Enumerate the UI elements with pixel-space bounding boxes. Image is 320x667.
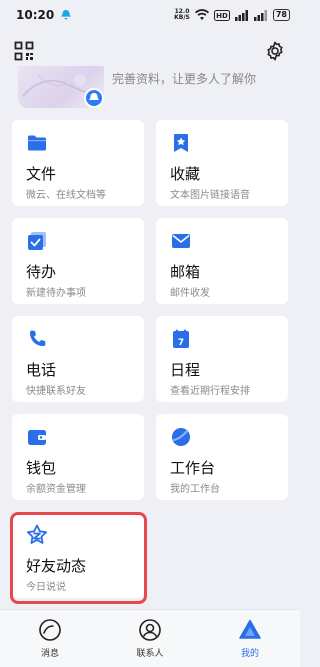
card-phone[interactable]: 电话 快捷联系好友 — [12, 316, 144, 402]
avatar-badge — [84, 88, 104, 108]
card-subtitle: 今日说说 — [26, 582, 66, 593]
speed-unit: KB/S — [174, 14, 190, 21]
card-subtitle: 我的工作台 — [170, 484, 220, 495]
bottom-nav: 消息 联系人 我的 — [0, 609, 300, 667]
battery-indicator: 78 — [272, 9, 290, 21]
calendar-day: 7 — [178, 338, 184, 348]
notification-icon — [61, 10, 72, 20]
card-subtitle: 新建待办事项 — [26, 288, 86, 299]
card-subtitle: 查看近期行程安排 — [170, 386, 250, 397]
card-subtitle: 余额资金管理 — [26, 484, 86, 495]
card-title: 文件 — [26, 165, 57, 183]
wifi-icon — [194, 9, 209, 20]
wallet-icon — [28, 430, 46, 445]
profile-summary[interactable]: 完善资料，让更多人了解你 — [0, 66, 300, 112]
card-wallet[interactable]: 钱包 余额资金管理 — [12, 414, 144, 500]
card-files[interactable]: 文件 微云、在线文档等 — [12, 120, 144, 206]
top-bar — [14, 38, 286, 64]
card-title: 收藏 — [170, 165, 201, 183]
card-mail[interactable]: 邮箱 邮件收发 — [156, 218, 288, 304]
card-todo[interactable]: 待办 新建待办事项 — [12, 218, 144, 304]
calendar-icon: 7 — [173, 329, 189, 348]
friend-feed-star-icon — [27, 524, 47, 544]
card-friend-feed[interactable]: 好友动态 今日说说 — [12, 512, 144, 598]
status-bar: 10:20 12.0 KB/S HD 78 — [0, 0, 300, 30]
card-subtitle: 微云、在线文档等 — [26, 190, 106, 201]
card-title: 电话 — [26, 361, 57, 379]
card-title: 工作台 — [170, 459, 216, 477]
bookmark-star-icon — [174, 134, 188, 152]
card-subtitle: 文本图片链接语音 — [170, 190, 250, 201]
card-title: 好友动态 — [26, 557, 87, 575]
profile-hint-text: 完善资料，让更多人了解你 — [112, 72, 257, 86]
svg-text:HD: HD — [216, 12, 228, 20]
status-time: 10:20 — [16, 8, 55, 22]
card-workbench[interactable]: 工作台 我的工作台 — [156, 414, 288, 500]
workbench-icon — [172, 428, 190, 446]
nav-me[interactable]: 我的 — [200, 610, 300, 667]
card-title: 钱包 — [26, 459, 57, 477]
card-schedule[interactable]: 7 日程 查看近期行程安排 — [156, 316, 288, 402]
gear-icon[interactable] — [264, 40, 286, 62]
signal-icon — [234, 9, 248, 21]
card-subtitle: 邮件收发 — [170, 288, 210, 299]
contacts-icon — [139, 619, 161, 641]
nav-label: 消息 — [40, 649, 59, 659]
phone-icon — [30, 330, 46, 346]
card-title: 待办 — [26, 263, 57, 281]
network-speed: 12.0 KB/S — [174, 9, 190, 21]
me-icon — [239, 619, 261, 639]
messages-icon — [39, 619, 61, 641]
nav-label: 联系人 — [136, 649, 164, 659]
card-subtitle: 快捷联系好友 — [26, 386, 86, 397]
folder-icon — [28, 135, 46, 151]
signal-icon-2 — [253, 9, 267, 21]
nav-label: 我的 — [240, 649, 259, 659]
todo-checkbox-icon — [28, 232, 46, 250]
card-title: 邮箱 — [170, 263, 201, 281]
hd-icon: HD — [213, 9, 230, 21]
qr-code-icon[interactable] — [14, 41, 34, 61]
nav-contacts[interactable]: 联系人 — [100, 610, 200, 667]
nav-messages[interactable]: 消息 — [0, 610, 100, 667]
mail-icon — [172, 234, 190, 248]
card-title: 日程 — [170, 361, 201, 379]
card-favorites[interactable]: 收藏 文本图片链接语音 — [156, 120, 288, 206]
